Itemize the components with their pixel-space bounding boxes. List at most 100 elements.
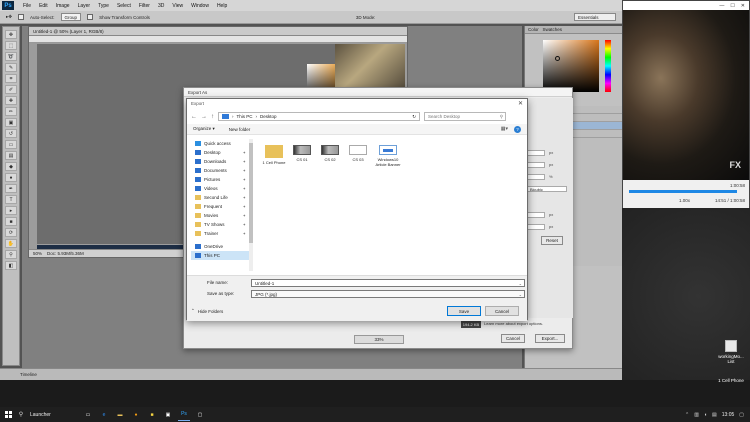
timeline-label[interactable]: Timeline xyxy=(20,372,37,377)
width-field[interactable] xyxy=(527,150,545,156)
firefox-icon[interactable]: ● xyxy=(130,409,142,421)
search-input[interactable]: Search Desktop ⚲ xyxy=(424,112,506,121)
healing-icon[interactable]: ✚ xyxy=(5,96,17,105)
menu-select[interactable]: Select xyxy=(113,3,135,9)
height-field[interactable] xyxy=(527,162,545,168)
view-mode-icon[interactable]: ▦▾ xyxy=(501,126,508,133)
color-swatch-icon[interactable]: ◧ xyxy=(5,261,17,270)
type-icon[interactable]: T xyxy=(5,195,17,204)
save-button[interactable]: Save xyxy=(447,306,481,316)
workspace-dropdown[interactable]: Essentials xyxy=(574,13,616,21)
file-item[interactable]: CS 01 xyxy=(289,145,315,162)
brush-icon[interactable]: ✏ xyxy=(5,107,17,116)
new-folder-button[interactable]: New folder xyxy=(229,127,251,132)
clock[interactable]: 13:05 xyxy=(722,412,735,418)
auto-select-checkbox[interactable] xyxy=(18,14,25,20)
nav-item-tv-shows[interactable]: TV Shows ✦ xyxy=(191,220,249,229)
nav-item-onedrive[interactable]: OneDrive xyxy=(191,242,249,251)
nav-item-quick-access[interactable]: Quick access xyxy=(191,139,249,148)
learn-more-link[interactable]: Learn more about export options. xyxy=(484,321,543,326)
help-icon[interactable]: ? xyxy=(514,126,521,133)
dodge-icon[interactable]: ● xyxy=(5,173,17,182)
breadcrumb-desktop[interactable]: Desktop xyxy=(260,114,277,119)
path-select-icon[interactable]: ▸ xyxy=(5,206,17,215)
refresh-icon[interactable]: ↻ xyxy=(412,114,416,120)
nav-item-downloads[interactable]: Downloads ✦ xyxy=(191,157,249,166)
tab-color[interactable]: Color xyxy=(528,27,539,32)
breadcrumb-this-pc[interactable]: This PC xyxy=(237,114,253,119)
close-icon[interactable]: ✕ xyxy=(741,3,745,9)
reset-button[interactable]: Reset xyxy=(541,236,563,245)
marquee-icon[interactable]: ⬚ xyxy=(5,41,17,50)
sticky-icon[interactable]: ■ xyxy=(146,409,158,421)
export-button[interactable]: Export... xyxy=(535,334,565,343)
blur-icon[interactable]: ◆ xyxy=(5,162,17,171)
eraser-icon[interactable]: ▭ xyxy=(5,140,17,149)
edge-icon[interactable]: e xyxy=(98,409,110,421)
color-picker-cursor[interactable] xyxy=(555,56,560,61)
launcher-label[interactable]: Launcher xyxy=(30,412,80,418)
menu-type[interactable]: Type xyxy=(94,3,113,9)
nav-scroll-thumb[interactable] xyxy=(249,143,253,243)
menu-help[interactable]: Help xyxy=(213,3,231,9)
nav-item-documents[interactable]: Documents ✦ xyxy=(191,166,249,175)
canvas-height-field[interactable] xyxy=(527,224,545,230)
nav-item-this-pc[interactable]: This PC xyxy=(191,251,249,260)
gradient-icon[interactable]: ▤ xyxy=(5,151,17,160)
3d-rotate-icon[interactable]: ⟳ xyxy=(5,228,17,237)
search-icon[interactable]: ⚲ xyxy=(16,410,26,420)
nav-item-videos[interactable]: Videos ✦ xyxy=(191,184,249,193)
menu-layer[interactable]: Layer xyxy=(74,3,95,9)
history-brush-icon[interactable]: ↺ xyxy=(5,129,17,138)
nav-scrollbar[interactable] xyxy=(249,139,253,271)
chevron-down-icon[interactable]: ⌄ xyxy=(519,280,522,287)
nav-item-frequent[interactable]: Frequent ✦ xyxy=(191,202,249,211)
file-item[interactable]: CS 03 xyxy=(345,145,371,162)
keyboard-icon[interactable]: ▤ xyxy=(712,412,717,418)
move-icon[interactable]: ✥ xyxy=(5,30,17,39)
close-icon[interactable]: ✕ xyxy=(518,100,523,107)
minimize-icon[interactable]: — xyxy=(719,3,724,9)
zoom-icon[interactable]: ⚲ xyxy=(5,250,17,259)
save-type-select[interactable]: JPG (*.jpg) ⌄ xyxy=(251,290,525,298)
chevron-up-icon[interactable]: ⌃ xyxy=(685,412,689,418)
export-cancel-button[interactable]: Cancel xyxy=(501,334,525,343)
app-icon[interactable]: ▢ xyxy=(194,409,206,421)
quick-select-icon[interactable]: ✎ xyxy=(5,63,17,72)
hand-icon[interactable]: ✋ xyxy=(5,239,17,248)
shape-icon[interactable]: ■ xyxy=(5,217,17,226)
menu-file[interactable]: File xyxy=(19,3,35,9)
organize-button[interactable]: Organize ▾ xyxy=(193,126,215,132)
show-transform-checkbox[interactable] xyxy=(87,14,94,20)
explorer-icon[interactable]: ▬ xyxy=(114,409,126,421)
pen-icon[interactable]: ✒ xyxy=(5,184,17,193)
hue-slider[interactable] xyxy=(605,40,611,92)
hide-folders-toggle[interactable]: ⌃ Hide Folders xyxy=(191,308,223,314)
color-field[interactable] xyxy=(543,40,599,92)
lasso-icon[interactable]: ➰ xyxy=(5,52,17,61)
forward-arrow-icon[interactable]: → xyxy=(201,114,207,120)
up-arrow-icon[interactable]: ↑ xyxy=(211,114,214,120)
file-name-input[interactable]: Untitled-1 ⌄ xyxy=(251,279,525,287)
menu-edit[interactable]: Edit xyxy=(35,3,52,9)
document-tab[interactable]: Untitled-1 @ 50% (Layer 1, RGB/8) xyxy=(29,27,407,36)
auto-select-dropdown[interactable]: Group xyxy=(60,13,82,21)
file-item[interactable]: 1 Cell Phone xyxy=(261,145,287,165)
nav-item-second-life[interactable]: Second Life ✦ xyxy=(191,193,249,202)
nav-item-pictures[interactable]: Pictures ✦ xyxy=(191,175,249,184)
tab-swatches[interactable]: Swatches xyxy=(543,27,563,32)
playback-rate[interactable]: 1.00x xyxy=(679,198,690,203)
stamp-icon[interactable]: ▣ xyxy=(5,118,17,127)
task-view-icon[interactable]: ▭ xyxy=(82,409,94,421)
file-item[interactable]: Windows10 Article Banner xyxy=(375,145,401,167)
address-bar[interactable]: › This PC › Desktop ↻ xyxy=(218,112,420,121)
menu-3d[interactable]: 3D xyxy=(154,3,168,9)
crop-icon[interactable]: ⌗ xyxy=(5,74,17,83)
canvas-width-field[interactable] xyxy=(527,212,545,218)
file-item[interactable]: CS 02 xyxy=(317,145,343,162)
resample-dropdown[interactable]: Bicubic xyxy=(527,186,567,192)
menu-filter[interactable]: Filter xyxy=(135,3,154,9)
eyedropper-icon[interactable]: ✐ xyxy=(5,85,17,94)
menu-view[interactable]: View xyxy=(168,3,187,9)
photoshop-taskbar-icon[interactable]: Ps xyxy=(178,409,190,421)
